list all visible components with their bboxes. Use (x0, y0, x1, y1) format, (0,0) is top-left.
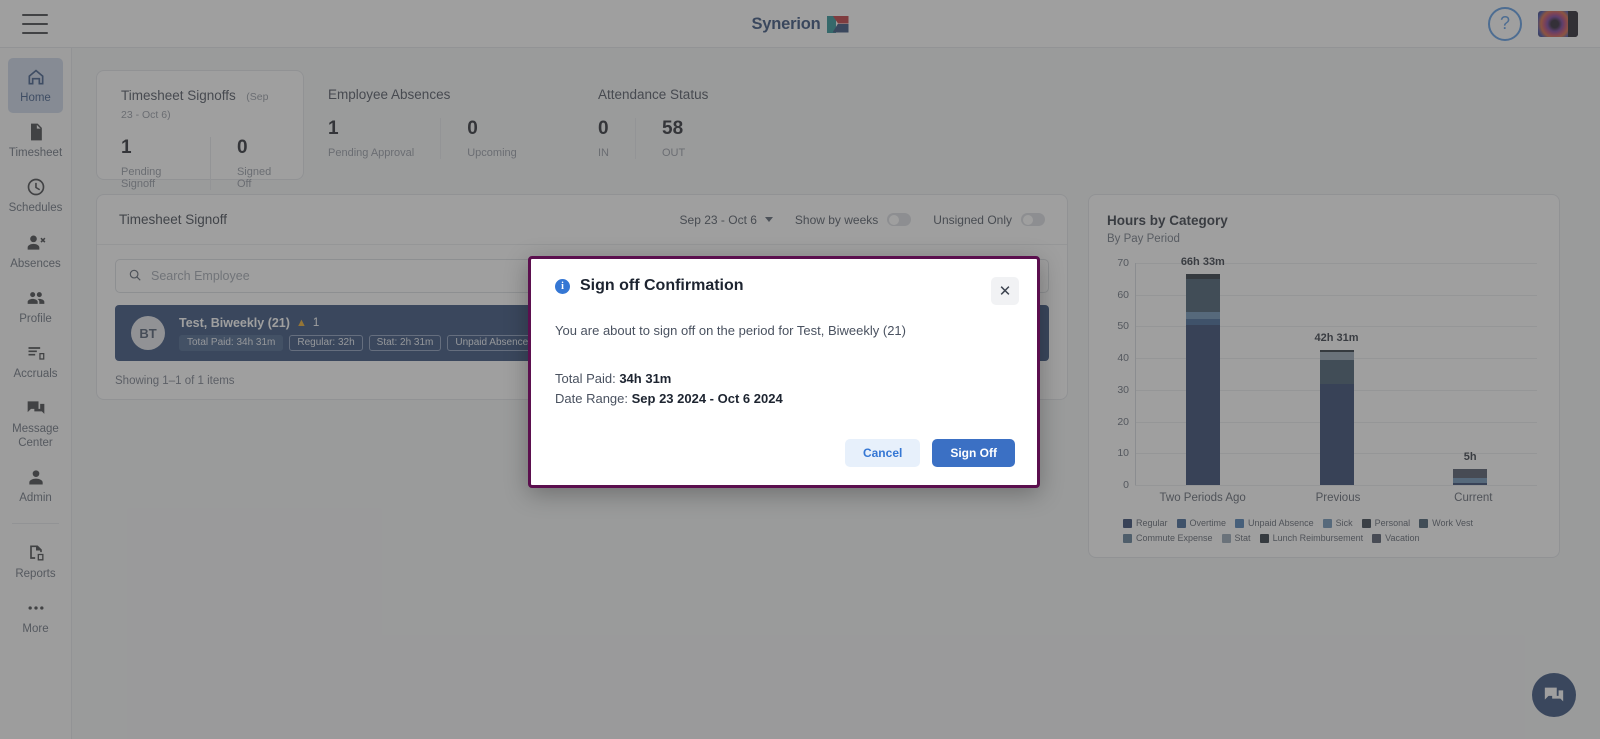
date-range-row: Date Range: Sep 23 2024 - Oct 6 2024 (555, 389, 1013, 409)
info-icon: i (555, 278, 570, 294)
modal-header: i Sign off Confirmation ✕ (531, 259, 1037, 305)
date-range-value: Sep 23 2024 - Oct 6 2024 (631, 391, 783, 407)
date-range-label: Date Range: (555, 391, 628, 407)
signoff-confirmation-modal: i Sign off Confirmation ✕ You are about … (528, 256, 1040, 488)
total-paid-row: Total Paid: 34h 31m (555, 369, 1013, 389)
total-paid-label: Total Paid: (555, 371, 616, 387)
modal-footer: Cancel Sign Off (531, 439, 1037, 485)
modal-title: Sign off Confirmation (580, 277, 744, 294)
modal-message: You are about to sign off on the period … (555, 323, 906, 338)
close-icon[interactable]: ✕ (991, 277, 1019, 305)
modal-body: You are about to sign off on the period … (531, 305, 1037, 409)
sign-off-button[interactable]: Sign Off (932, 439, 1015, 467)
total-paid-value: 34h 31m (619, 371, 672, 387)
cancel-button[interactable]: Cancel (844, 439, 921, 467)
modal-details: Total Paid: 34h 31m Date Range: Sep 23 2… (555, 369, 1013, 409)
modal-title-group: i Sign off Confirmation (555, 277, 744, 295)
